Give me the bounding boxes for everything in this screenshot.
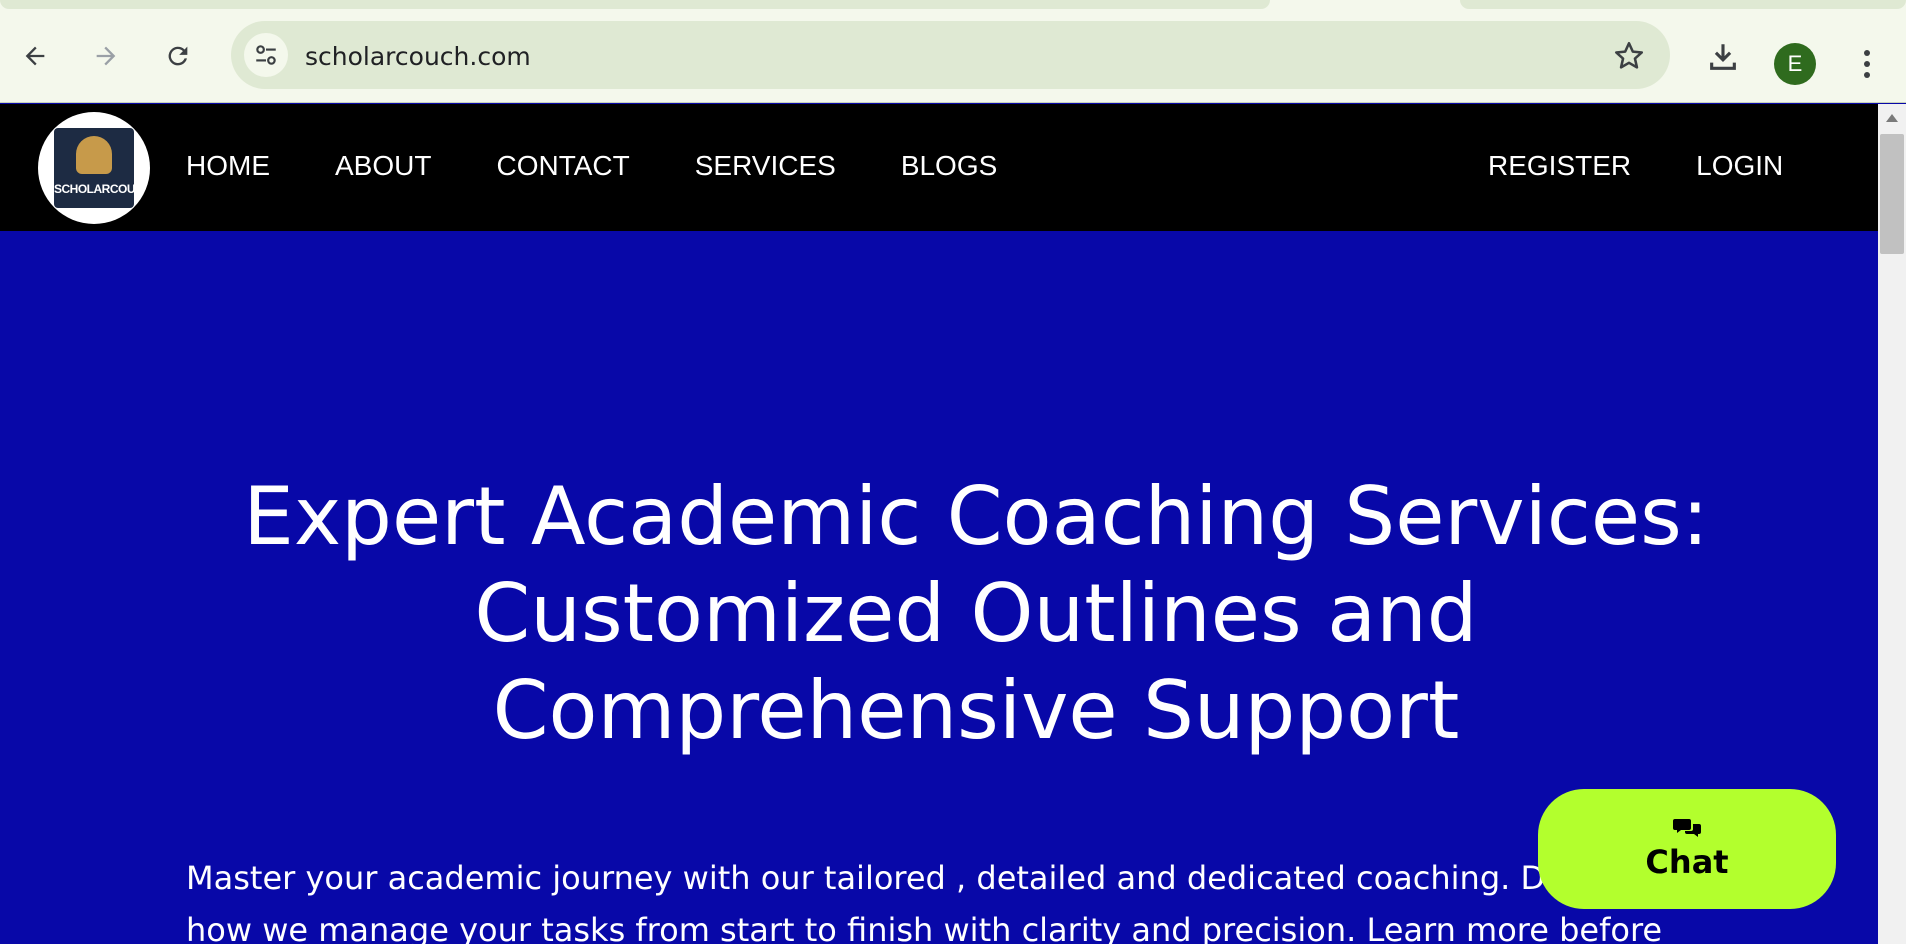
account-nav: REGISTER LOGIN (1488, 150, 1848, 182)
nav-about[interactable]: ABOUT (335, 150, 431, 182)
browser-tab[interactable] (0, 0, 1270, 9)
star-icon[interactable] (1612, 39, 1646, 73)
reload-button[interactable] (156, 34, 200, 78)
hero-title: Expert Academic Coaching Services: Custo… (243, 470, 1709, 757)
scroll-thumb[interactable] (1880, 134, 1904, 254)
page-scrollbar[interactable] (1878, 104, 1906, 944)
arrow-right-icon (96, 46, 116, 66)
reload-icon (168, 46, 188, 66)
tab-strip (0, 0, 1906, 10)
nav-services[interactable]: SERVICES (695, 150, 836, 182)
site-header: SCHOLARCOUCH HOME ABOUT CONTACT SERVICES… (0, 104, 1878, 231)
chat-label: Chat (1645, 843, 1729, 881)
browser-toolbar: scholarcouch.com E (0, 10, 1906, 103)
logo-image: SCHOLARCOUCH (54, 128, 134, 208)
address-bar[interactable]: scholarcouch.com (231, 21, 1670, 89)
hero-description: Master your academic journey with our ta… (186, 859, 1663, 944)
nav-home[interactable]: HOME (186, 150, 270, 182)
kebab-menu-icon (1864, 50, 1870, 78)
logo-text: SCHOLARCOUCH (54, 182, 134, 196)
browser-tab[interactable] (1460, 0, 1906, 9)
profile-avatar[interactable]: E (1774, 43, 1816, 85)
chat-bubbles-icon (1673, 819, 1701, 837)
site-info-button[interactable] (244, 33, 288, 77)
back-button[interactable] (13, 34, 57, 78)
browser-menu-button[interactable] (1852, 44, 1882, 84)
nav-login[interactable]: LOGIN (1696, 150, 1783, 182)
download-button[interactable] (1700, 34, 1746, 80)
chat-button[interactable]: Chat (1538, 789, 1836, 909)
arrow-left-icon (25, 46, 45, 66)
nav-blogs[interactable]: BLOGS (901, 150, 997, 182)
logo-figure (76, 136, 112, 174)
site-logo[interactable]: SCHOLARCOUCH (38, 112, 150, 224)
main-nav: HOME ABOUT CONTACT SERVICES BLOGS (186, 150, 1062, 182)
tune-icon (256, 45, 276, 65)
nav-contact[interactable]: CONTACT (496, 150, 629, 182)
nav-register[interactable]: REGISTER (1488, 150, 1631, 182)
url-text[interactable]: scholarcouch.com (305, 42, 531, 71)
scroll-up-arrow-icon[interactable] (1886, 114, 1898, 122)
download-icon (1710, 44, 1736, 70)
forward-button[interactable] (84, 34, 128, 78)
